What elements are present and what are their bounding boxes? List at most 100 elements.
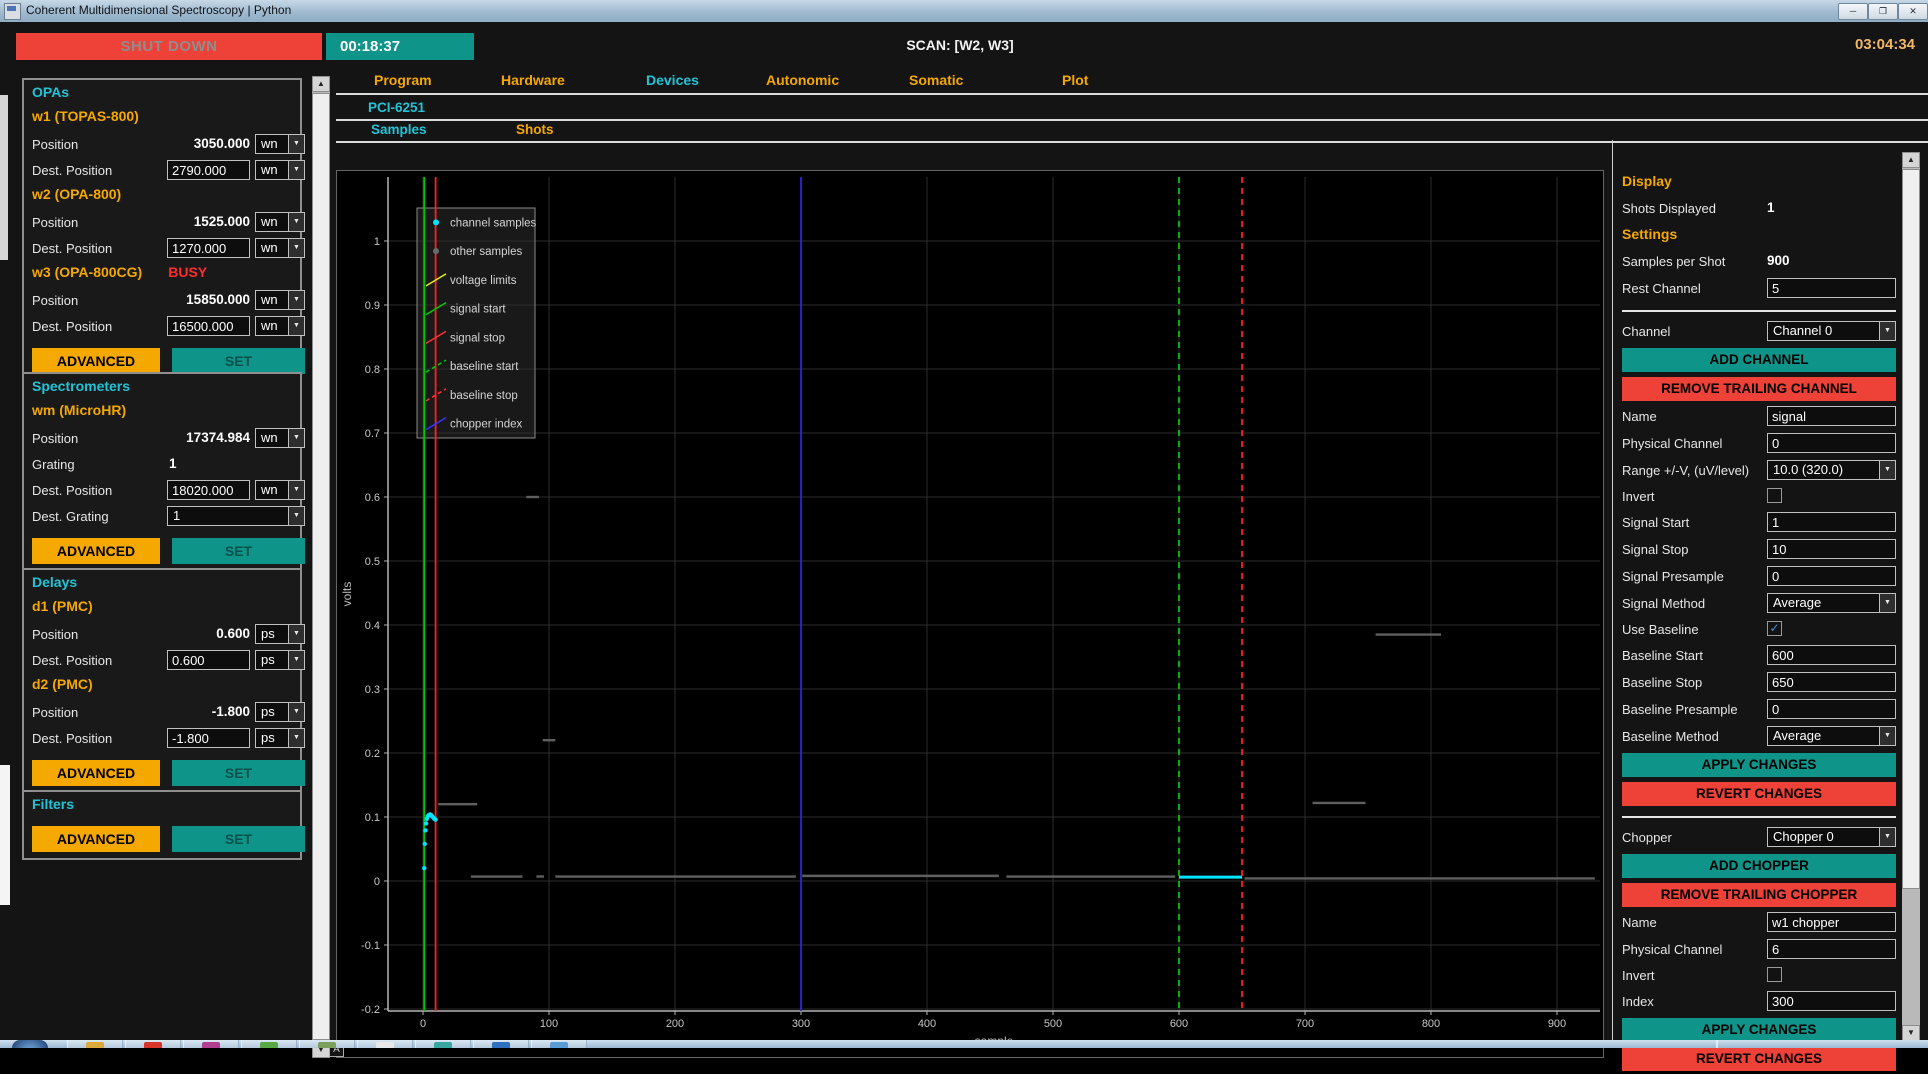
tab-autonomic[interactable]: Autonomic — [766, 72, 839, 88]
panel-scrollbar[interactable]: ▲ ▼ — [1902, 152, 1920, 1042]
advanced-button[interactable]: ADVANCED — [32, 760, 160, 786]
unit-select[interactable]: ps▼ — [255, 728, 305, 748]
field-input[interactable] — [1767, 278, 1896, 298]
unit-select[interactable]: wn▼ — [255, 160, 305, 180]
start-button[interactable] — [12, 1040, 48, 1048]
panel-scroll-thumb[interactable] — [1902, 169, 1920, 889]
chevron-down-icon[interactable]: ▼ — [1879, 594, 1895, 612]
chevron-down-icon[interactable]: ▼ — [288, 729, 304, 747]
field-input[interactable] — [1767, 939, 1896, 959]
field-input[interactable] — [1767, 433, 1896, 453]
field-input[interactable] — [1767, 912, 1896, 932]
taskbar-app-button[interactable] — [299, 1040, 355, 1048]
unit-select[interactable]: wn▼ — [255, 428, 305, 448]
chevron-down-icon[interactable]: ▼ — [288, 481, 304, 499]
chevron-down-icon[interactable]: ▼ — [1879, 322, 1895, 340]
advanced-button[interactable]: ADVANCED — [32, 348, 160, 374]
tab-samples[interactable]: Samples — [371, 122, 427, 137]
remove-trailing-chopper-button[interactable]: REMOVE TRAILING CHOPPER — [1622, 883, 1896, 907]
field-input[interactable] — [1767, 539, 1896, 559]
unit-select[interactable]: wn▼ — [255, 480, 305, 500]
chevron-down-icon[interactable]: ▼ — [1879, 461, 1895, 479]
tab-program[interactable]: Program — [374, 72, 432, 88]
chevron-down-icon[interactable]: ▼ — [1879, 828, 1895, 846]
minimize-button[interactable]: ─ — [1838, 3, 1868, 20]
tab-plot[interactable]: Plot — [1062, 72, 1088, 88]
chevron-down-icon[interactable]: ▼ — [288, 291, 304, 309]
tab-somatic[interactable]: Somatic — [909, 72, 963, 88]
scroll-down-icon[interactable]: ▼ — [1902, 1025, 1920, 1041]
tab-shots[interactable]: Shots — [516, 122, 554, 137]
checkbox[interactable]: ✓ — [1767, 621, 1782, 636]
taskbar-app-button[interactable] — [531, 1040, 587, 1048]
taskbar-app-button[interactable] — [125, 1040, 181, 1048]
field-select[interactable]: Channel 0▼ — [1767, 321, 1896, 341]
add-chopper-button[interactable]: ADD CHOPPER — [1622, 854, 1896, 878]
windows-taskbar[interactable] — [0, 1040, 1928, 1048]
field-select[interactable]: 1▼ — [167, 506, 305, 526]
field-input[interactable] — [167, 480, 250, 500]
checkbox[interactable] — [1767, 488, 1782, 503]
chevron-down-icon[interactable]: ▼ — [288, 239, 304, 257]
field-select[interactable]: Chopper 0▼ — [1767, 827, 1896, 847]
sidebar-scroll-thumb[interactable] — [312, 93, 330, 1040]
set-button[interactable]: SET — [172, 826, 305, 852]
field-select[interactable]: Average▼ — [1767, 726, 1896, 746]
tab-devices[interactable]: Devices — [646, 72, 699, 88]
unit-select[interactable]: wn▼ — [255, 290, 305, 310]
taskbar-app-button[interactable] — [67, 1040, 123, 1048]
field-input[interactable] — [1767, 566, 1896, 586]
unit-select[interactable]: wn▼ — [255, 212, 305, 232]
add-channel-button[interactable]: ADD CHANNEL — [1622, 348, 1896, 372]
close-button[interactable]: ✕ — [1898, 3, 1928, 20]
field-input[interactable] — [167, 316, 250, 336]
field-input[interactable] — [1767, 991, 1896, 1011]
taskbar-app-button[interactable] — [415, 1040, 471, 1048]
scroll-up-icon[interactable]: ▲ — [1902, 152, 1920, 168]
chevron-down-icon[interactable]: ▼ — [1879, 727, 1895, 745]
revert-changes-button[interactable]: REVERT CHANGES — [1622, 782, 1896, 806]
unit-select[interactable]: ps▼ — [255, 650, 305, 670]
set-button[interactable]: SET — [172, 760, 305, 786]
field-input[interactable] — [1767, 699, 1896, 719]
set-button[interactable]: SET — [172, 538, 305, 564]
chevron-down-icon[interactable]: ▼ — [288, 161, 304, 179]
unit-select[interactable]: wn▼ — [255, 238, 305, 258]
chevron-down-icon[interactable]: ▼ — [288, 429, 304, 447]
unit-select[interactable]: wn▼ — [255, 316, 305, 336]
remove-trailing-channel-button[interactable]: REMOVE TRAILING CHANNEL — [1622, 377, 1896, 401]
chevron-down-icon[interactable]: ▼ — [288, 703, 304, 721]
advanced-button[interactable]: ADVANCED — [32, 826, 160, 852]
shutdown-button[interactable]: SHUT DOWN — [16, 33, 322, 60]
apply-changes-button[interactable]: APPLY CHANGES — [1622, 1018, 1896, 1042]
taskbar-app-button[interactable] — [183, 1040, 239, 1048]
unit-select[interactable]: wn▼ — [255, 134, 305, 154]
chevron-down-icon[interactable]: ▼ — [288, 213, 304, 231]
apply-changes-button[interactable]: APPLY CHANGES — [1622, 753, 1896, 777]
field-input[interactable] — [167, 728, 250, 748]
unit-select[interactable]: ps▼ — [255, 624, 305, 644]
chevron-down-icon[interactable]: ▼ — [288, 135, 304, 153]
restore-button[interactable]: ❐ — [1868, 3, 1898, 20]
taskbar-app-button[interactable] — [241, 1040, 297, 1048]
field-input[interactable] — [167, 650, 250, 670]
advanced-button[interactable]: ADVANCED — [32, 538, 160, 564]
field-select[interactable]: Average▼ — [1767, 593, 1896, 613]
tab-hardware[interactable]: Hardware — [501, 72, 565, 88]
field-input[interactable] — [167, 238, 250, 258]
unit-select[interactable]: ps▼ — [255, 702, 305, 722]
samples-plot[interactable]: 010020030040050060070080090010.90.80.70.… — [336, 170, 1604, 1058]
taskbar-app-button[interactable] — [473, 1040, 529, 1048]
field-select[interactable]: 10.0 (320.0)▼ — [1767, 460, 1896, 480]
field-input[interactable] — [1767, 672, 1896, 692]
set-button[interactable]: SET — [172, 348, 305, 374]
field-input[interactable] — [1767, 512, 1896, 532]
tab-pci-6251[interactable]: PCI-6251 — [368, 100, 425, 115]
scroll-up-icon[interactable]: ▲ — [312, 76, 330, 92]
chevron-down-icon[interactable]: ▼ — [288, 625, 304, 643]
revert-changes-button[interactable]: REVERT CHANGES — [1622, 1047, 1896, 1071]
checkbox[interactable] — [1767, 967, 1782, 982]
field-input[interactable] — [1767, 406, 1896, 426]
field-input[interactable] — [1767, 645, 1896, 665]
chevron-down-icon[interactable]: ▼ — [288, 317, 304, 335]
